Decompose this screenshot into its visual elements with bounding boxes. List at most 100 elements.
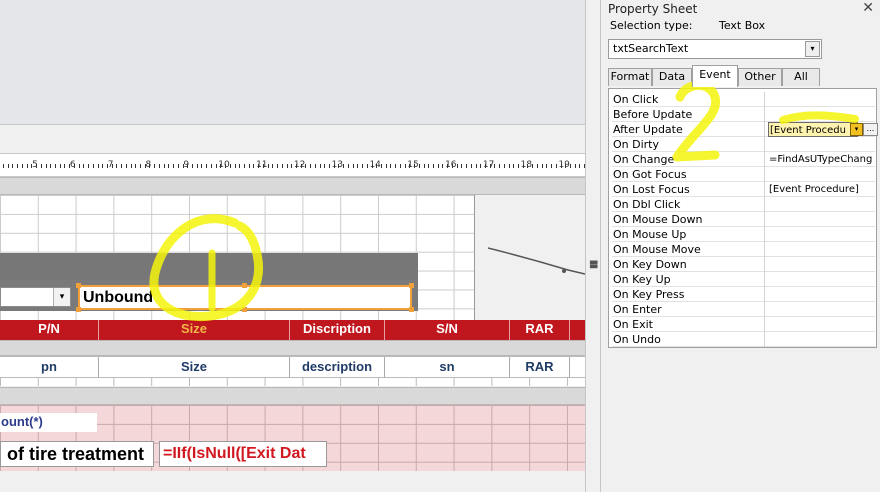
property-value[interactable] bbox=[768, 212, 875, 227]
property-value[interactable] bbox=[768, 332, 875, 347]
search-field-combo[interactable]: ▾ bbox=[0, 287, 71, 307]
ruler-tick bbox=[201, 164, 203, 168]
tab-all[interactable]: All bbox=[782, 68, 820, 86]
pane-splitter[interactable]: ▬ ▬ bbox=[585, 0, 601, 492]
tab-data[interactable]: Data bbox=[652, 68, 692, 86]
property-value[interactable]: [Event Procedure] bbox=[768, 182, 875, 197]
property-value[interactable] bbox=[768, 227, 875, 242]
property-row[interactable]: On Mouse Up bbox=[612, 227, 875, 242]
property-value[interactable]: [Event Procedu bbox=[768, 122, 858, 137]
chevron-down-icon[interactable]: ▾ bbox=[850, 123, 863, 136]
field-description[interactable]: description bbox=[290, 357, 385, 378]
property-row[interactable]: On Exit bbox=[612, 317, 875, 332]
ruler-tick bbox=[541, 164, 543, 168]
property-value[interactable] bbox=[768, 302, 875, 317]
property-name: Before Update bbox=[613, 107, 765, 122]
count-text-box[interactable]: ount(*) bbox=[0, 413, 97, 432]
ruler-tick bbox=[489, 164, 491, 168]
property-sheet: Property Sheet ✕ Selection type: Text Bo… bbox=[602, 0, 880, 492]
ruler-tick bbox=[229, 164, 231, 168]
resize-handle[interactable] bbox=[409, 283, 414, 288]
ruler-tick bbox=[177, 164, 179, 168]
build-button[interactable]: ... bbox=[863, 123, 878, 136]
property-row[interactable]: On Key Press bbox=[612, 287, 875, 302]
header-label-description[interactable]: Discription bbox=[290, 320, 385, 340]
ruler-tick bbox=[324, 164, 326, 168]
combo-dropdown-button[interactable]: ▾ bbox=[53, 288, 70, 306]
header-label-rar[interactable]: RAR bbox=[510, 320, 570, 340]
resize-handle[interactable] bbox=[242, 307, 247, 312]
ruler-tick bbox=[59, 164, 61, 168]
field-sn[interactable]: sn bbox=[385, 357, 510, 378]
ruler-tick bbox=[144, 164, 146, 168]
property-row[interactable]: On Click bbox=[612, 92, 875, 107]
header-label-pn[interactable]: P/N bbox=[0, 320, 99, 340]
line-control[interactable] bbox=[488, 240, 585, 280]
property-row[interactable]: After Update [Event Procedu ▾... bbox=[612, 122, 878, 137]
property-value[interactable] bbox=[768, 197, 875, 212]
ruler-tick bbox=[83, 164, 85, 168]
object-selector[interactable]: txtSearchText ▾ bbox=[608, 39, 822, 59]
ruler-tick bbox=[50, 164, 52, 168]
property-value[interactable] bbox=[768, 287, 875, 302]
close-icon[interactable]: ✕ bbox=[862, 0, 874, 16]
ruler-tick bbox=[347, 164, 349, 168]
ruler-tick bbox=[140, 164, 142, 168]
property-row[interactable]: On Key Up bbox=[612, 272, 875, 287]
ruler-tick bbox=[102, 164, 104, 168]
ruler-tick bbox=[73, 164, 75, 168]
property-value[interactable] bbox=[768, 242, 875, 257]
ruler-tick bbox=[121, 164, 123, 168]
form-design-area[interactable]: 5 6 7 8 9 10 11 12 13 14 15 16 17 18 19 ▾ Unbound P/N … bbox=[0, 0, 585, 492]
ruler-tick bbox=[173, 164, 175, 168]
property-row[interactable]: On Key Down bbox=[612, 257, 875, 272]
property-row[interactable]: On Dbl Click bbox=[612, 197, 875, 212]
property-value[interactable] bbox=[768, 272, 875, 287]
chevron-down-icon[interactable]: ▾ bbox=[805, 41, 820, 57]
ruler-tick bbox=[357, 164, 359, 168]
property-value[interactable] bbox=[768, 317, 875, 332]
field-pn[interactable]: pn bbox=[0, 357, 99, 378]
tab-other[interactable]: Other bbox=[738, 68, 782, 86]
exit-date-text-box[interactable]: =IIf(IsNull([Exit Dat bbox=[159, 441, 327, 467]
ruler-tick bbox=[385, 164, 387, 168]
property-row[interactable]: On Got Focus bbox=[612, 167, 875, 182]
resize-handle[interactable] bbox=[76, 307, 81, 312]
splitter-grip[interactable]: ▬ ▬ bbox=[589, 258, 598, 272]
form-header-section-bar[interactable] bbox=[0, 177, 585, 195]
detail-section-bar[interactable] bbox=[0, 340, 585, 356]
form-footer-section-bar[interactable] bbox=[0, 387, 585, 405]
property-row[interactable]: On Mouse Move bbox=[612, 242, 875, 257]
property-value[interactable] bbox=[768, 137, 875, 152]
ruler-tick bbox=[196, 164, 198, 168]
property-row[interactable]: On Lost Focus [Event Procedure] bbox=[612, 182, 875, 197]
property-row[interactable]: On Dirty bbox=[612, 137, 875, 152]
header-label-size[interactable]: Size bbox=[99, 320, 290, 340]
tab-event[interactable]: Event bbox=[692, 65, 738, 87]
ruler-tick bbox=[295, 164, 297, 168]
tire-treatment-label[interactable]: of tire treatment bbox=[0, 441, 154, 467]
property-sheet-title: Property Sheet bbox=[608, 2, 698, 16]
tab-format[interactable]: Format bbox=[608, 68, 652, 86]
ruler-tick bbox=[527, 164, 529, 168]
resize-handle[interactable] bbox=[242, 283, 247, 288]
field-size[interactable]: Size bbox=[99, 357, 290, 378]
ruler-tick bbox=[522, 164, 524, 168]
ruler-tick bbox=[17, 164, 19, 168]
property-row[interactable]: On Undo bbox=[612, 332, 875, 347]
property-row[interactable]: On Enter bbox=[612, 302, 875, 317]
ruler-tick bbox=[64, 164, 66, 168]
property-row[interactable]: On Mouse Down bbox=[612, 212, 875, 227]
property-row[interactable]: On Change =FindAsUTypeChang bbox=[612, 152, 875, 167]
field-rar[interactable]: RAR bbox=[510, 357, 570, 378]
resize-handle[interactable] bbox=[76, 283, 81, 288]
resize-handle[interactable] bbox=[409, 307, 414, 312]
property-row[interactable]: Before Update bbox=[612, 107, 875, 122]
ruler-tick bbox=[130, 164, 132, 168]
property-value[interactable] bbox=[768, 107, 875, 122]
property-value[interactable]: =FindAsUTypeChang bbox=[768, 152, 875, 167]
property-value[interactable] bbox=[768, 92, 875, 107]
header-label-sn[interactable]: S/N bbox=[385, 320, 510, 340]
property-value[interactable] bbox=[768, 257, 875, 272]
property-value[interactable] bbox=[768, 167, 875, 182]
